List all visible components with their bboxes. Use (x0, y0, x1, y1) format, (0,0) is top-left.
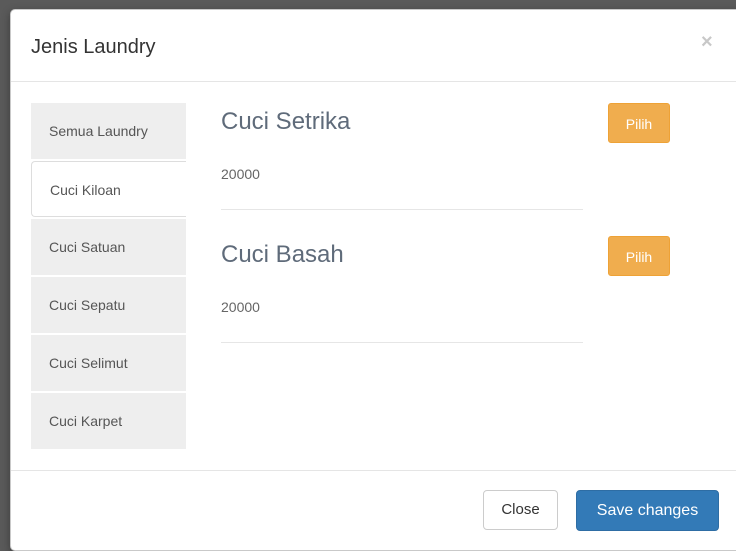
divider (221, 342, 583, 343)
modal-footer: Close Save changes (11, 470, 736, 550)
pilih-button[interactable]: Pilih (608, 236, 670, 276)
close-icon[interactable]: × (701, 31, 713, 53)
modal-title: Jenis Laundry (31, 36, 156, 58)
item-price: 20000 (221, 166, 260, 182)
item-price: 20000 (221, 299, 260, 315)
tab-cuci-sepatu[interactable]: Cuci Sepatu (31, 277, 186, 333)
save-changes-button[interactable]: Save changes (576, 490, 719, 531)
divider (221, 209, 583, 210)
laundry-type-modal: Jenis Laundry × Semua Laundry Cuci Kiloa… (10, 9, 736, 551)
category-tabs: Semua Laundry Cuci Kiloan Cuci Satuan Cu… (31, 103, 186, 451)
tab-semua-laundry[interactable]: Semua Laundry (31, 103, 186, 159)
tab-cuci-satuan[interactable]: Cuci Satuan (31, 219, 186, 275)
item-name: Cuci Basah (221, 241, 344, 268)
item-name: Cuci Setrika (221, 108, 351, 135)
list-item: Cuci Setrika Pilih 20000 (221, 103, 683, 236)
pilih-button[interactable]: Pilih (608, 103, 670, 143)
tab-cuci-kiloan[interactable]: Cuci Kiloan (31, 161, 186, 217)
tab-cuci-karpet[interactable]: Cuci Karpet (31, 393, 186, 449)
laundry-item-list: Cuci Setrika Pilih 20000 Cuci Basah Pili… (221, 103, 683, 369)
modal-header: Jenis Laundry × (11, 10, 736, 82)
tab-cuci-selimut[interactable]: Cuci Selimut (31, 335, 186, 391)
close-button[interactable]: Close (483, 490, 558, 530)
list-item: Cuci Basah Pilih 20000 (221, 236, 683, 369)
